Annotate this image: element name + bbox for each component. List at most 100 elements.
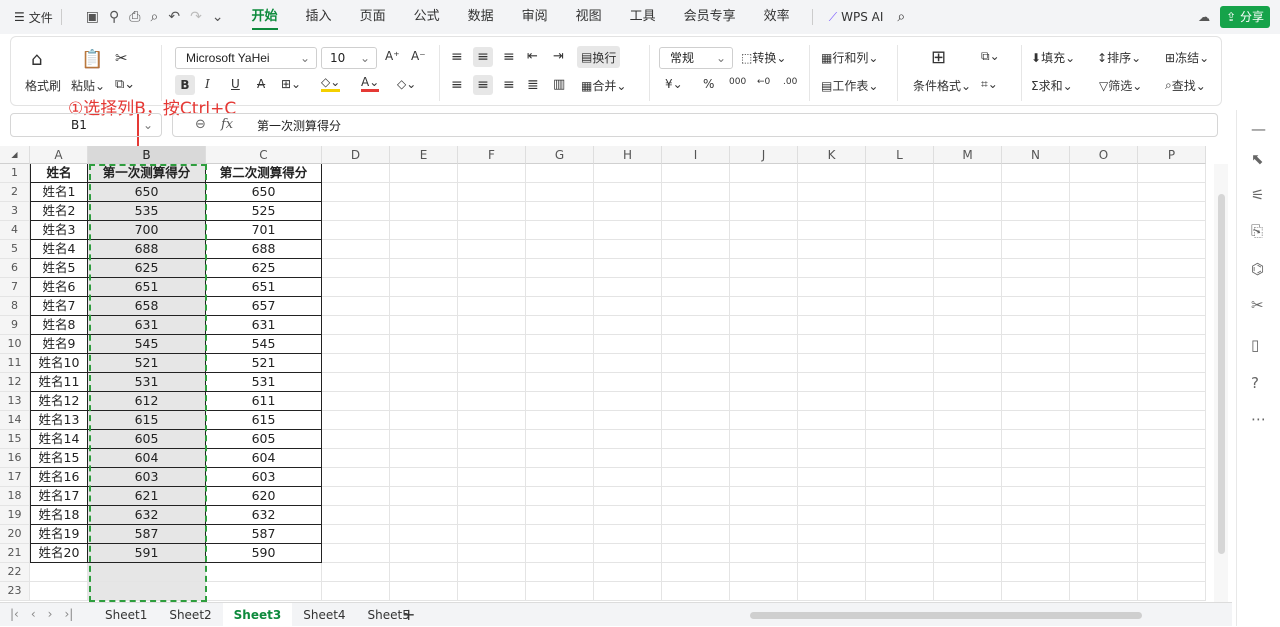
underline-icon[interactable]: U	[231, 77, 240, 91]
cell[interactable]	[730, 487, 798, 506]
cell[interactable]	[934, 240, 1002, 259]
cell[interactable]	[934, 335, 1002, 354]
cell[interactable]: 631	[88, 316, 206, 335]
cell[interactable]	[322, 259, 390, 278]
column-header[interactable]: P	[1138, 146, 1206, 164]
cell[interactable]	[594, 563, 662, 582]
cell[interactable]	[390, 259, 458, 278]
cell[interactable]	[662, 582, 730, 601]
cell[interactable]	[322, 278, 390, 297]
cell[interactable]	[594, 506, 662, 525]
cell[interactable]: 姓名7	[30, 297, 88, 316]
cell[interactable]	[1138, 449, 1206, 468]
cell[interactable]: 605	[88, 430, 206, 449]
cell[interactable]: 604	[206, 449, 322, 468]
cell[interactable]	[934, 392, 1002, 411]
cell[interactable]	[1070, 164, 1138, 183]
tab-6[interactable]: 视图	[562, 0, 616, 34]
number-format-select[interactable]: 常规 ⌄	[659, 47, 733, 69]
cell[interactable]	[866, 240, 934, 259]
cell-style-icon[interactable]: ⧉⌄	[981, 49, 1000, 64]
cell[interactable]	[458, 354, 526, 373]
cell[interactable]	[1002, 202, 1070, 221]
column-header[interactable]: A	[30, 146, 88, 164]
cell[interactable]	[798, 392, 866, 411]
cell[interactable]	[88, 563, 206, 582]
cell[interactable]	[1002, 449, 1070, 468]
cell[interactable]: 姓名9	[30, 335, 88, 354]
select-all-corner[interactable]: ◢	[0, 146, 30, 164]
cell[interactable]	[1002, 506, 1070, 525]
cell[interactable]	[866, 449, 934, 468]
cell[interactable]	[322, 506, 390, 525]
cell[interactable]	[662, 487, 730, 506]
format-painter-button[interactable]: 格式刷	[25, 77, 61, 94]
cell[interactable]: 531	[206, 373, 322, 392]
conditional-format-button[interactable]: 条件格式 ⌄	[913, 77, 971, 94]
cell[interactable]	[934, 183, 1002, 202]
cell[interactable]	[1070, 544, 1138, 563]
cell[interactable]	[594, 316, 662, 335]
row-header[interactable]: 10	[0, 335, 30, 354]
cell[interactable]	[662, 354, 730, 373]
cell[interactable]	[662, 544, 730, 563]
cell[interactable]	[934, 487, 1002, 506]
cell[interactable]	[458, 164, 526, 183]
cell[interactable]	[1002, 430, 1070, 449]
align-left-icon[interactable]: ≡	[451, 77, 463, 93]
cell[interactable]: 姓名	[30, 164, 88, 183]
sheet-tab[interactable]: Sheet4	[292, 603, 356, 627]
cell[interactable]	[1002, 468, 1070, 487]
cell[interactable]	[526, 240, 594, 259]
cell[interactable]	[1138, 240, 1206, 259]
cell[interactable]	[934, 525, 1002, 544]
cell[interactable]: 545	[88, 335, 206, 354]
cell[interactable]	[390, 278, 458, 297]
cut-icon[interactable]: ✂	[115, 49, 128, 67]
cell[interactable]	[322, 544, 390, 563]
cell[interactable]	[1070, 259, 1138, 278]
script-icon[interactable]: ⌬	[1251, 260, 1264, 278]
cell[interactable]	[662, 563, 730, 582]
cell[interactable]	[526, 468, 594, 487]
cell[interactable]	[934, 411, 1002, 430]
zoom-icon[interactable]: ⊖	[195, 117, 206, 132]
cell[interactable]	[526, 164, 594, 183]
cell[interactable]	[322, 335, 390, 354]
cell[interactable]	[1138, 525, 1206, 544]
cell[interactable]	[1070, 335, 1138, 354]
cell[interactable]	[1138, 411, 1206, 430]
justify-icon[interactable]: ≣	[527, 77, 539, 93]
collapse-icon[interactable]: —	[1251, 120, 1266, 138]
cell[interactable]	[866, 373, 934, 392]
cell[interactable]	[1070, 297, 1138, 316]
cell[interactable]	[662, 468, 730, 487]
cell[interactable]: 650	[88, 183, 206, 202]
cell[interactable]	[730, 373, 798, 392]
cell[interactable]	[1070, 316, 1138, 335]
row-header[interactable]: 11	[0, 354, 30, 373]
cell[interactable]	[1002, 240, 1070, 259]
cell[interactable]	[526, 449, 594, 468]
cell[interactable]	[1070, 392, 1138, 411]
cell[interactable]	[866, 563, 934, 582]
cell[interactable]	[526, 278, 594, 297]
search-icon[interactable]: ⌕	[897, 9, 905, 25]
cell[interactable]	[730, 297, 798, 316]
cell[interactable]	[526, 430, 594, 449]
cell[interactable]	[526, 563, 594, 582]
cell[interactable]	[322, 240, 390, 259]
cell[interactable]	[934, 278, 1002, 297]
indent-decrease-icon[interactable]: ⇤	[527, 49, 538, 64]
cell[interactable]	[798, 259, 866, 278]
cell[interactable]: 615	[88, 411, 206, 430]
cell[interactable]	[866, 164, 934, 183]
cell[interactable]	[798, 297, 866, 316]
cell[interactable]: 525	[206, 202, 322, 221]
cell[interactable]	[730, 468, 798, 487]
cell[interactable]	[662, 259, 730, 278]
row-header[interactable]: 14	[0, 411, 30, 430]
column-header[interactable]: F	[458, 146, 526, 164]
cell[interactable]: 688	[88, 240, 206, 259]
row-header[interactable]: 7	[0, 278, 30, 297]
